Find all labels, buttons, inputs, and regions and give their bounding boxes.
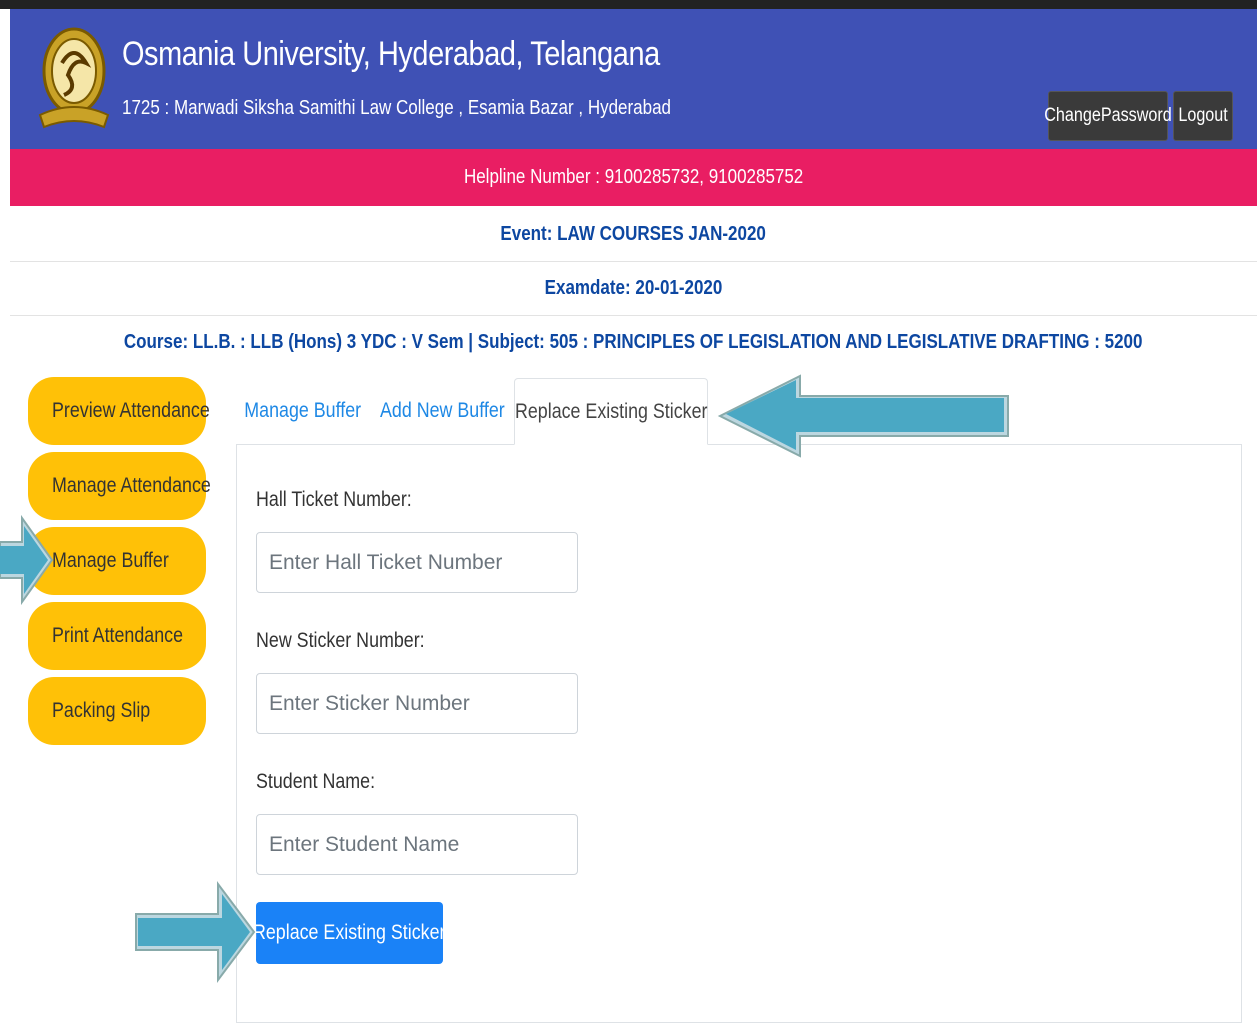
- replace-sticker-button[interactable]: Replace Existing Sticker: [253, 902, 446, 964]
- sidebar-item-manage-attendance[interactable]: Manage Attendance: [28, 452, 211, 520]
- examdate-row: Examdate: 20-01-2020: [10, 261, 1257, 316]
- logout-label: Logout: [1178, 105, 1228, 126]
- replace-sticker-button-label: Replace Existing Sticker: [253, 921, 446, 944]
- annotation-arrow-right-icon: [0, 514, 54, 606]
- hall-ticket-label-text: Hall Ticket Number:: [256, 488, 412, 511]
- event-row: Event: LAW COURSES JAN-2020: [10, 207, 1257, 262]
- sidebar-item-print-attendance[interactable]: Print Attendance: [28, 602, 206, 670]
- student-name-label: Student Name:: [256, 770, 396, 794]
- university-logo-icon: [38, 27, 110, 129]
- sticker-number-label: New Sticker Number:: [256, 629, 454, 653]
- sidebar-item-label: Packing Slip: [52, 699, 151, 722]
- student-name-label-text: Student Name:: [256, 770, 376, 793]
- sticker-number-input[interactable]: [256, 673, 578, 734]
- college-subtitle: 1725 : Marwadi Siksha Samithi Law Colleg…: [122, 97, 671, 119]
- sidebar-item-label: Manage Buffer: [52, 549, 169, 572]
- change-password-label: ChangePassword: [1044, 105, 1172, 126]
- student-name-input[interactable]: [256, 814, 578, 875]
- helpline-text: Helpline Number : 9100285732, 9100285752: [463, 166, 804, 188]
- annotation-arrow-left-icon: [717, 374, 1009, 458]
- examdate-text: Examdate: 20-01-2020: [544, 276, 723, 299]
- course-text: Course: LL.B. : LLB (Hons) 3 YDC : V Sem…: [124, 330, 1143, 353]
- change-password-button[interactable]: ChangePassword: [1044, 91, 1172, 141]
- sticker-number-label-text: New Sticker Number:: [256, 629, 425, 652]
- tab-label: Replace Existing Sticker: [514, 399, 708, 423]
- university-title: Osmania University, Hyderabad, Telangana: [122, 35, 660, 73]
- hall-ticket-input[interactable]: [256, 532, 578, 593]
- sidebar-item-label: Manage Attendance: [52, 474, 211, 497]
- top-edge-bar: [0, 0, 1257, 9]
- sidebar-item-preview-attendance[interactable]: Preview Attendance: [28, 377, 210, 445]
- logout-button[interactable]: Logout: [1173, 91, 1233, 141]
- tab-label: Add New Buffer: [380, 399, 505, 422]
- app-header: Osmania University, Hyderabad, Telangana…: [10, 9, 1257, 149]
- tab-label: Manage Buffer: [244, 399, 362, 422]
- sidebar-item-label: Preview Attendance: [52, 399, 210, 422]
- tab-replace-existing-sticker[interactable]: Replace Existing Sticker: [514, 378, 708, 445]
- tab-add-new-buffer[interactable]: Add New Buffer: [375, 378, 510, 444]
- sidebar-item-label: Print Attendance: [52, 624, 183, 647]
- annotation-arrow-right-icon: [135, 881, 256, 983]
- course-row: Course: LL.B. : LLB (Hons) 3 YDC : V Sem…: [10, 315, 1257, 369]
- tab-manage-buffer[interactable]: Manage Buffer: [238, 378, 368, 444]
- sidebar-item-packing-slip[interactable]: Packing Slip: [28, 677, 206, 745]
- event-text: Event: LAW COURSES JAN-2020: [500, 222, 767, 245]
- helpline-bar: Helpline Number : 9100285732, 9100285752: [10, 149, 1257, 206]
- hall-ticket-label: Hall Ticket Number:: [256, 488, 439, 512]
